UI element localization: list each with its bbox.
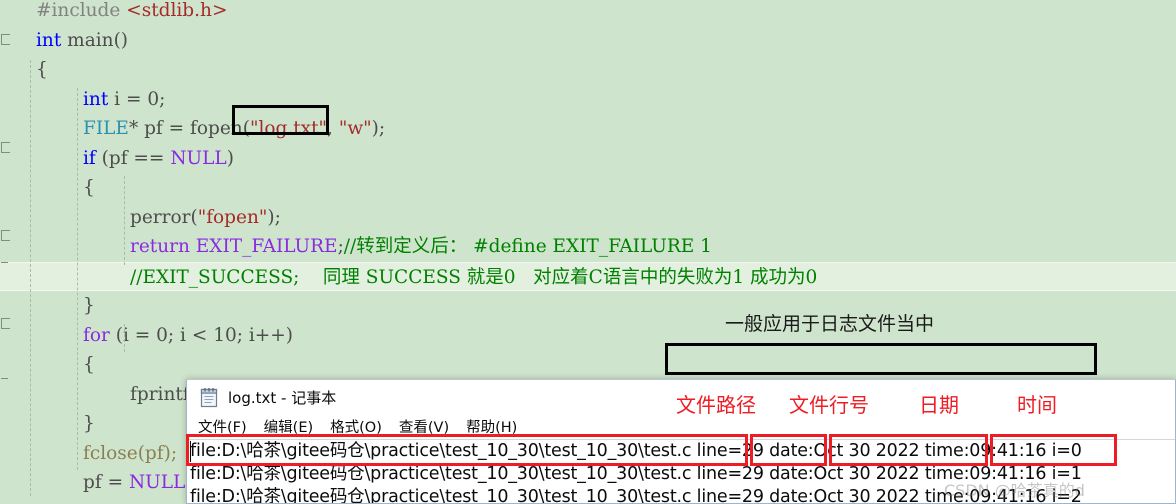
code-token: int bbox=[83, 88, 109, 110]
code-token: * pf = fopen( bbox=[128, 118, 250, 139]
menu-help[interactable]: 帮助(H) bbox=[466, 416, 517, 437]
code-fold-marker[interactable] bbox=[1, 142, 10, 153]
code-fold-end-marker[interactable] bbox=[1, 378, 8, 379]
code-fold-marker[interactable] bbox=[1, 318, 10, 329]
code-line[interactable]: { bbox=[0, 350, 1176, 380]
notepad-title-text: log.txt - 记事本 bbox=[228, 388, 337, 407]
code-token: //EXIT_SUCCESS; 同理 SUCCESS 就是0 对应着C语言中的失… bbox=[130, 266, 818, 288]
indent-guide bbox=[77, 88, 78, 470]
code-token: } bbox=[83, 413, 95, 434]
code-line[interactable]: } bbox=[0, 291, 1176, 321]
code-fold-marker[interactable] bbox=[1, 34, 10, 45]
code-token: ; i < bbox=[167, 324, 214, 346]
code-token: "fopen" bbox=[197, 206, 268, 228]
code-line[interactable]: //EXIT_SUCCESS; 同理 SUCCESS 就是0 对应着C语言中的失… bbox=[0, 261, 1176, 291]
code-token: //转到定义后： #define EXIT_FAILURE 1 bbox=[343, 236, 712, 257]
menu-file[interactable]: 文件(F) bbox=[198, 416, 247, 437]
code-token: pf = bbox=[83, 472, 129, 493]
code-token: { bbox=[83, 354, 95, 375]
code-token: 10 bbox=[213, 324, 237, 346]
label-time: 时间 bbox=[1017, 393, 1057, 417]
code-token: for bbox=[83, 324, 110, 346]
code-token: ; i++) bbox=[236, 324, 293, 346]
notepad-text-area[interactable]: file:D:\哈茶\gitee码仓\practice\test_10_30\t… bbox=[187, 439, 1175, 503]
code-token: } bbox=[83, 295, 95, 316]
code-token: #include bbox=[36, 0, 127, 21]
code-token: NULL bbox=[170, 147, 227, 169]
code-token: EXIT_FAILURE bbox=[189, 236, 338, 257]
code-line[interactable]: int i = 0; bbox=[0, 85, 1176, 115]
code-token: 0 bbox=[147, 88, 160, 110]
code-token: if bbox=[83, 147, 96, 169]
code-token: ); bbox=[371, 118, 386, 139]
code-token: 0 bbox=[156, 324, 168, 346]
notepad-icon bbox=[199, 387, 219, 408]
code-token: { bbox=[83, 177, 95, 198]
indent-guide bbox=[124, 176, 125, 265]
code-line[interactable]: return EXIT_FAILURE;//转到定义后： #define EXI… bbox=[0, 232, 1176, 262]
code-token: (i = bbox=[109, 324, 157, 346]
code-token: ); bbox=[267, 206, 281, 228]
code-token: <stdlib.h> bbox=[126, 0, 228, 21]
indent-guide bbox=[30, 60, 31, 496]
log-file-annotation: 一般应用于日志文件当中 bbox=[725, 313, 935, 335]
code-token: int bbox=[36, 29, 62, 51]
code-token: FILE bbox=[83, 118, 129, 139]
code-token: fclose(pf); bbox=[83, 442, 178, 464]
code-token: "log.txt" bbox=[249, 118, 328, 139]
code-token: { bbox=[36, 59, 48, 80]
code-line[interactable]: { bbox=[0, 173, 1176, 203]
indent-guide bbox=[124, 324, 125, 352]
code-token: perror( bbox=[130, 206, 198, 228]
notepad-log-line: file:D:\哈茶\gitee码仓\practice\test_10_30\t… bbox=[190, 487, 1082, 503]
code-line[interactable]: #include <stdlib.h> bbox=[0, 0, 1176, 26]
code-token: "w" bbox=[338, 118, 372, 139]
code-token: main() bbox=[61, 29, 129, 51]
code-line[interactable]: perror("fopen"); bbox=[0, 203, 1176, 233]
label-file-path: 文件路径 bbox=[676, 393, 756, 417]
notepad-lines[interactable]: file:D:\哈茶\gitee码仓\practice\test_10_30\t… bbox=[190, 440, 1175, 503]
code-fold-marker[interactable] bbox=[1, 230, 10, 241]
menu-format[interactable]: 格式(O) bbox=[330, 416, 382, 437]
code-line[interactable]: for (i = 0; i < 10; i++) bbox=[0, 321, 1176, 351]
menu-edit[interactable]: 编辑(E) bbox=[264, 416, 313, 437]
code-line[interactable]: FILE* pf = fopen("log.txt", "w"); bbox=[0, 114, 1176, 144]
code-line[interactable]: { bbox=[0, 55, 1176, 85]
label-line-no: 文件行号 bbox=[789, 393, 869, 417]
code-line[interactable]: if (pf == NULL) bbox=[0, 144, 1176, 174]
code-token: ) bbox=[226, 147, 234, 169]
code-token: ; bbox=[159, 88, 166, 110]
text-caret bbox=[190, 441, 191, 462]
code-token: , bbox=[327, 118, 339, 139]
menu-view[interactable]: 查看(V) bbox=[399, 416, 449, 437]
notepad-log-line: file:D:\哈茶\gitee码仓\practice\test_10_30\t… bbox=[190, 441, 1082, 461]
code-token: i = bbox=[108, 88, 148, 110]
screenshot-root: #include <stdlib.h> int main(){int i = 0;… bbox=[0, 0, 1176, 504]
code-token: (pf == bbox=[95, 147, 171, 169]
code-fold-end-marker[interactable] bbox=[1, 262, 8, 263]
label-date: 日期 bbox=[919, 393, 959, 417]
code-token: return bbox=[130, 236, 190, 257]
notepad-log-line: file:D:\哈茶\gitee码仓\practice\test_10_30\t… bbox=[190, 464, 1082, 484]
code-token: NULL bbox=[128, 472, 186, 493]
code-line[interactable]: int main() bbox=[0, 26, 1176, 56]
